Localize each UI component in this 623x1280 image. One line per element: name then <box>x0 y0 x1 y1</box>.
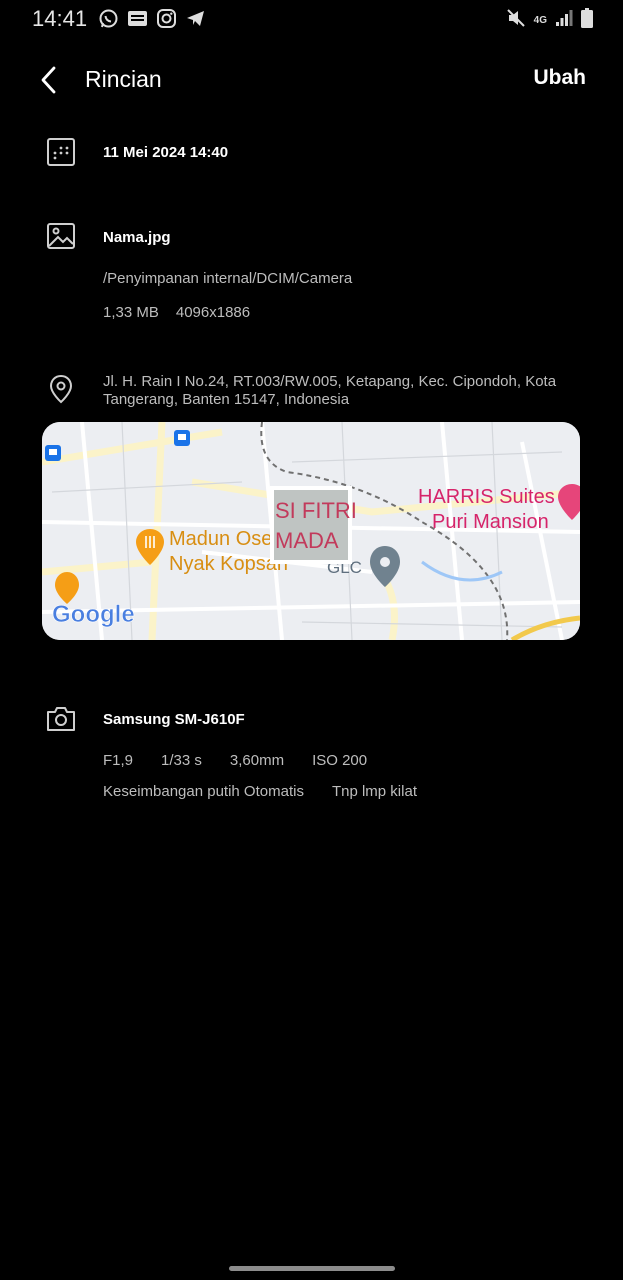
thumbnail-text: MADA <box>275 528 339 553</box>
file-info: 1,33 MB 4096x1886 <box>103 304 250 321</box>
file-resolution: 4096x1886 <box>175 304 251 321</box>
photo-thumbnail: SI FITRI MADA <box>270 486 357 564</box>
status-bar: 14:41 4G <box>0 0 623 40</box>
location-pin-icon <box>45 373 77 405</box>
notification-icons <box>98 8 206 29</box>
image-icon <box>45 220 77 252</box>
home-gesture-bar[interactable] <box>229 1266 395 1271</box>
camera-extra: Keseimbangan putih Otomatis Tnp lmp kilat <box>103 783 417 800</box>
focal-length-value: 3,60mm <box>229 752 285 769</box>
telegram-icon <box>185 8 206 29</box>
google-logo: Google <box>52 601 135 628</box>
camera-model: Samsung SM-J610F <box>103 711 245 728</box>
edit-button[interactable]: Ubah <box>534 66 587 90</box>
aperture-value: F1,9 <box>103 752 134 769</box>
battery-icon <box>581 8 593 33</box>
calendar-icon <box>45 136 77 168</box>
webtoon-icon <box>127 8 148 29</box>
camera-settings: F1,9 1/33 s 3,60mm ISO 200 <box>103 752 367 769</box>
exposure-value: 1/33 s <box>161 752 202 769</box>
camera-icon <box>45 703 77 735</box>
file-path: /Penyimpanan internal/DCIM/Camera <box>103 270 353 287</box>
network-4g-icon: 4G <box>533 14 547 26</box>
map-label: HARRIS Suites <box>418 486 555 508</box>
mute-icon <box>506 8 526 33</box>
location-address: Jl. H. Rain I No.24, RT.003/RW.005, Keta… <box>103 373 557 408</box>
back-arrow-icon <box>41 66 56 94</box>
map-label: Puri Mansion <box>432 511 549 533</box>
flash-value: Tnp lmp kilat <box>331 783 417 800</box>
map-label: Madun Ose <box>169 528 272 550</box>
file-name: Nama.jpg <box>103 229 171 246</box>
app-bar: Rincian Ubah <box>0 54 623 106</box>
whatsapp-icon <box>98 8 119 29</box>
instagram-icon <box>156 8 177 29</box>
file-size: 1,33 MB <box>103 304 159 321</box>
status-time: 14:41 <box>32 6 88 31</box>
back-button[interactable] <box>34 64 66 96</box>
location-map[interactable]: Madun Ose Nyak Kopsan HARRIS Suites Puri… <box>42 422 580 640</box>
thumbnail-text: SI FITRI <box>275 498 357 523</box>
capture-datetime: 11 Mei 2024 14:40 <box>103 144 229 161</box>
system-icons: 4G <box>506 8 593 33</box>
signal-icon <box>555 9 573 32</box>
white-balance-value: Keseimbangan putih Otomatis <box>103 783 304 800</box>
page-title: Rincian <box>85 66 162 92</box>
iso-value: ISO 200 <box>312 752 368 769</box>
